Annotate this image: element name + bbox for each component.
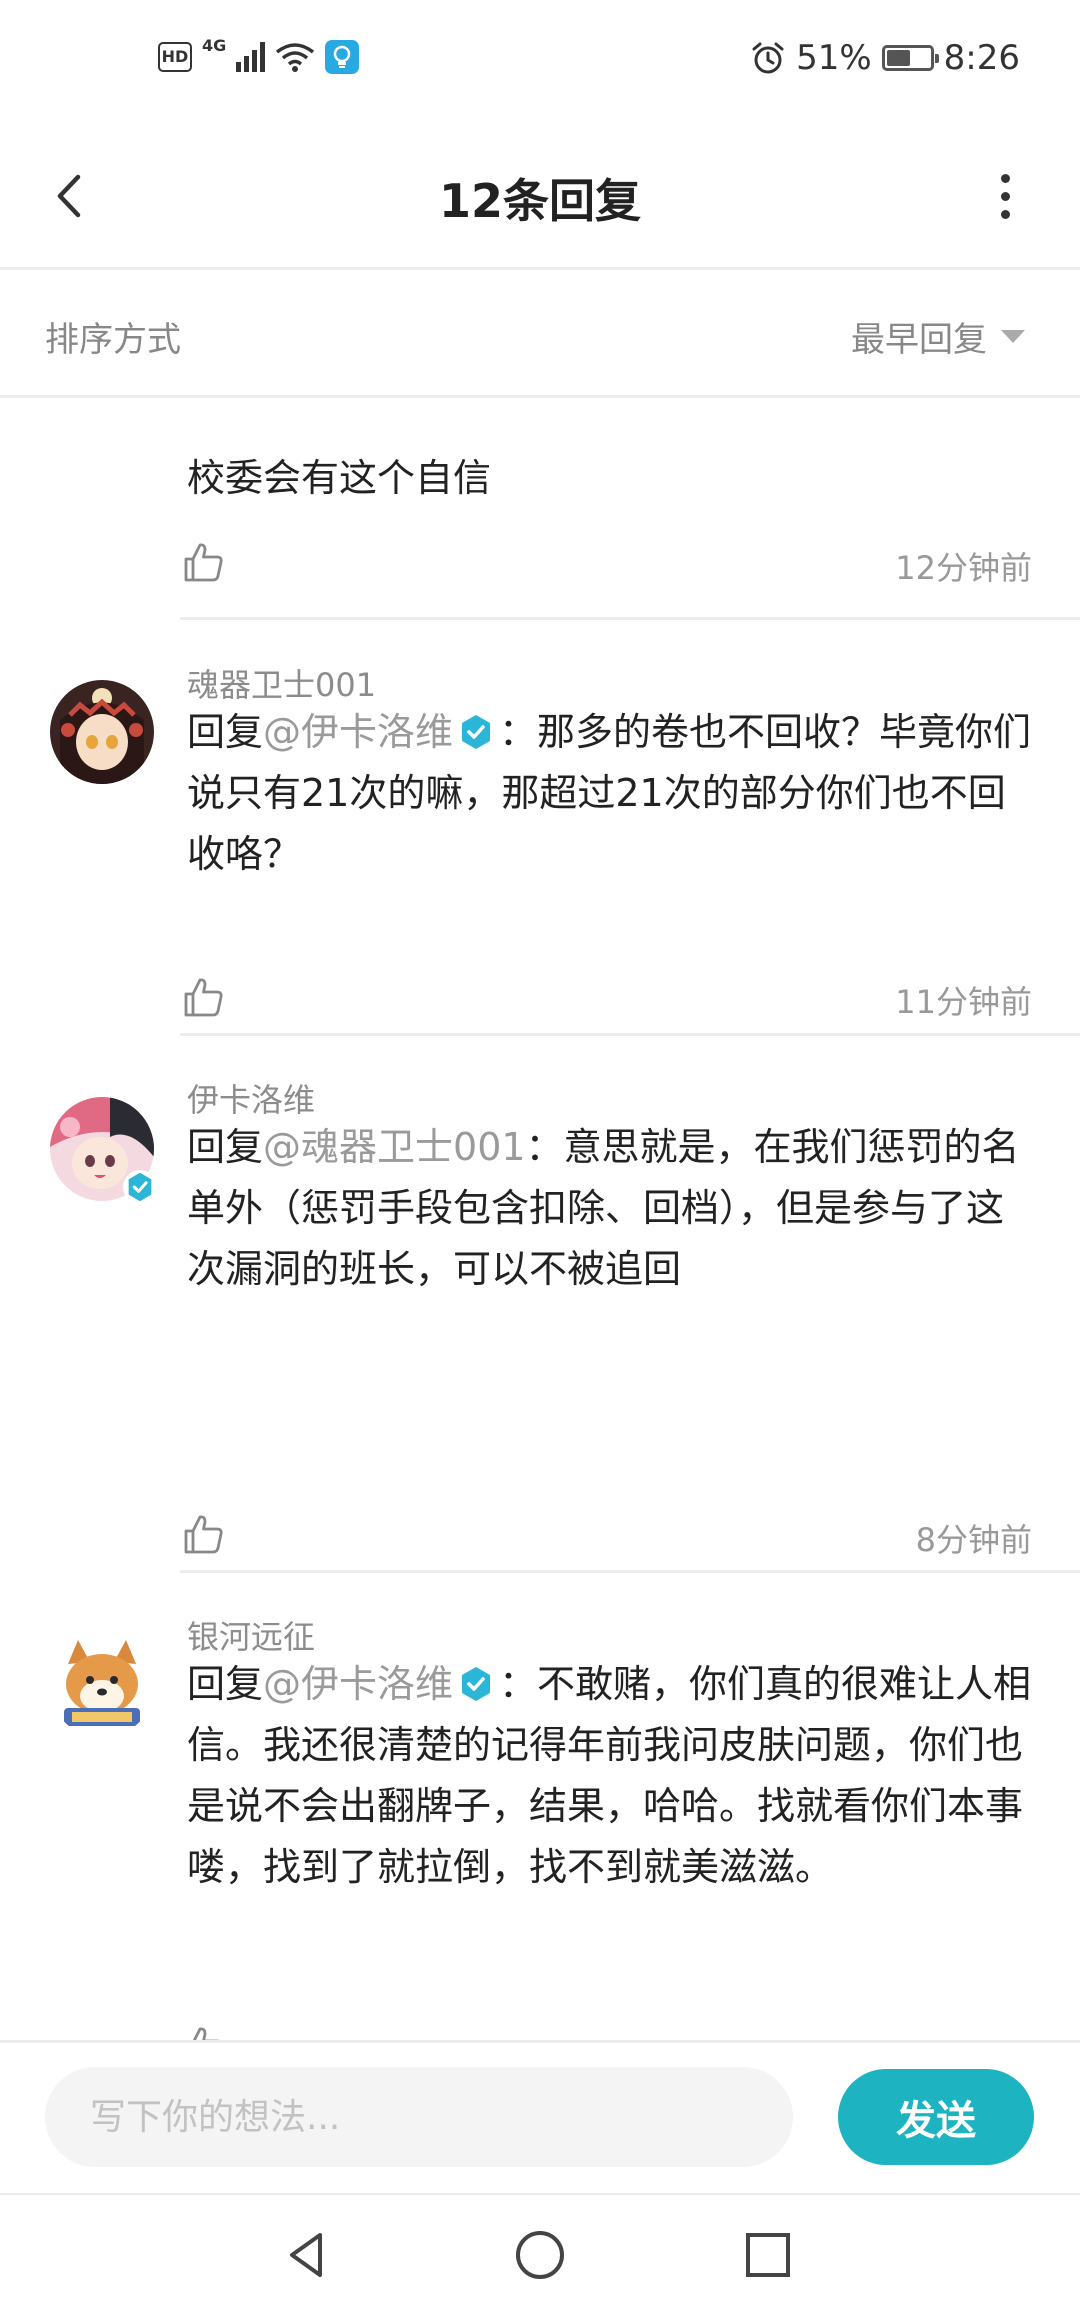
- battery-percent: 51%: [796, 38, 872, 78]
- sort-dropdown[interactable]: 最早回复: [851, 312, 1025, 361]
- reply-prefix: 回复: [187, 1662, 264, 1706]
- triangle-back-icon: [290, 2233, 322, 2277]
- mention-link[interactable]: @魂器卫士001: [263, 1125, 526, 1169]
- mention-link[interactable]: @伊卡洛维: [263, 1662, 453, 1706]
- thumbs-up-icon[interactable]: [182, 540, 226, 584]
- reply-time: 8分钟前: [915, 1521, 1032, 1559]
- reply-username[interactable]: 银河远征: [187, 1612, 315, 1658]
- reply-content: 校委会有这个自信: [187, 456, 492, 500]
- more-options-button[interactable]: [970, 161, 1040, 231]
- mention-link[interactable]: @伊卡洛维: [263, 710, 453, 754]
- sort-label: 排序方式: [45, 320, 181, 360]
- battery-icon: [881, 45, 939, 71]
- title-bar: 12条回复: [0, 125, 1080, 270]
- thumbs-up-icon[interactable]: [182, 975, 226, 1019]
- reply-item: 伊卡洛维 回复@魂器卫士001：意思就是，在我们惩罚的名单外（惩罚手段包含扣除、…: [0, 1035, 1080, 1573]
- thumbs-up-icon[interactable]: [182, 2024, 226, 2040]
- network-type-label: 4G: [202, 35, 227, 55]
- hd-icon: HD: [158, 42, 192, 72]
- reply-content: 回复@伊卡洛维 ：不敢赌，你们真的很难让人相信。我还很清楚的记得年前我问皮肤问题，…: [187, 1654, 1037, 1898]
- alarm-icon: [752, 42, 784, 74]
- clock: 8:26: [943, 38, 1020, 78]
- circle-home-icon: [516, 2231, 564, 2279]
- reply-time: 11分钟前: [895, 983, 1032, 1021]
- avatar[interactable]: [50, 1097, 158, 1205]
- system-nav-bar: [0, 2193, 1080, 2312]
- lightbulb-app-icon: [325, 40, 360, 74]
- sort-bar: 排序方式 最早回复: [0, 270, 1080, 398]
- chevron-down-icon: [1001, 330, 1025, 343]
- reply-prefix: 回复: [187, 710, 264, 754]
- verified-badge-icon: [462, 715, 491, 749]
- comment-input[interactable]: [45, 2067, 793, 2167]
- reply-item: 校委会有这个自信 12分钟前: [0, 395, 1080, 620]
- status-bar: HD 4G 51% 8:26: [0, 0, 1080, 125]
- page-title: 12条回复: [438, 174, 641, 228]
- send-button[interactable]: 发送: [838, 2069, 1034, 2165]
- verified-badge-icon: [462, 1667, 491, 1701]
- reply-username[interactable]: 魂器卫士001: [187, 660, 376, 706]
- signal-icon: [236, 42, 266, 72]
- wifi-icon: [276, 43, 315, 72]
- reply-prefix: 回复: [187, 1125, 264, 1169]
- reply-time: 12分钟前: [895, 549, 1032, 587]
- nav-recents-button[interactable]: [728, 2215, 808, 2295]
- reply-content: 回复@伊卡洛维 ：那多的卷也不回收？毕竟你们说只有21次的嘛，那超过21次的部分你…: [187, 702, 1037, 885]
- more-vertical-icon: [1000, 173, 1010, 183]
- sort-selected-value: 最早回复: [851, 320, 987, 360]
- avatar[interactable]: [50, 680, 154, 784]
- reply-item: 银河远征 回复@伊卡洛维 ：不敢赌，你们真的很难让人相信。我还很清楚的记得年前我问…: [0, 1572, 1080, 2040]
- reply-content: 回复@魂器卫士001：意思就是，在我们惩罚的名单外（惩罚手段包含扣除、回档），但…: [187, 1117, 1037, 1300]
- nav-back-button[interactable]: [268, 2215, 348, 2295]
- status-right-icons: 51% 8:26: [750, 38, 1020, 78]
- reply-item: 魂器卫士001 回复@伊卡洛维 ：那多的卷也不回收？毕竟你们说只有21次的嘛，那超…: [0, 620, 1080, 1036]
- comment-input-bar: 发送: [0, 2040, 1080, 2193]
- verified-badge-icon: [122, 1169, 158, 1205]
- thumbs-up-icon[interactable]: [182, 1512, 226, 1556]
- reply-username[interactable]: 伊卡洛维: [187, 1075, 315, 1121]
- nav-home-button[interactable]: [500, 2215, 580, 2295]
- square-recents-icon: [746, 2233, 790, 2277]
- avatar[interactable]: [50, 1634, 154, 1738]
- status-left-icons: HD 4G: [158, 36, 360, 74]
